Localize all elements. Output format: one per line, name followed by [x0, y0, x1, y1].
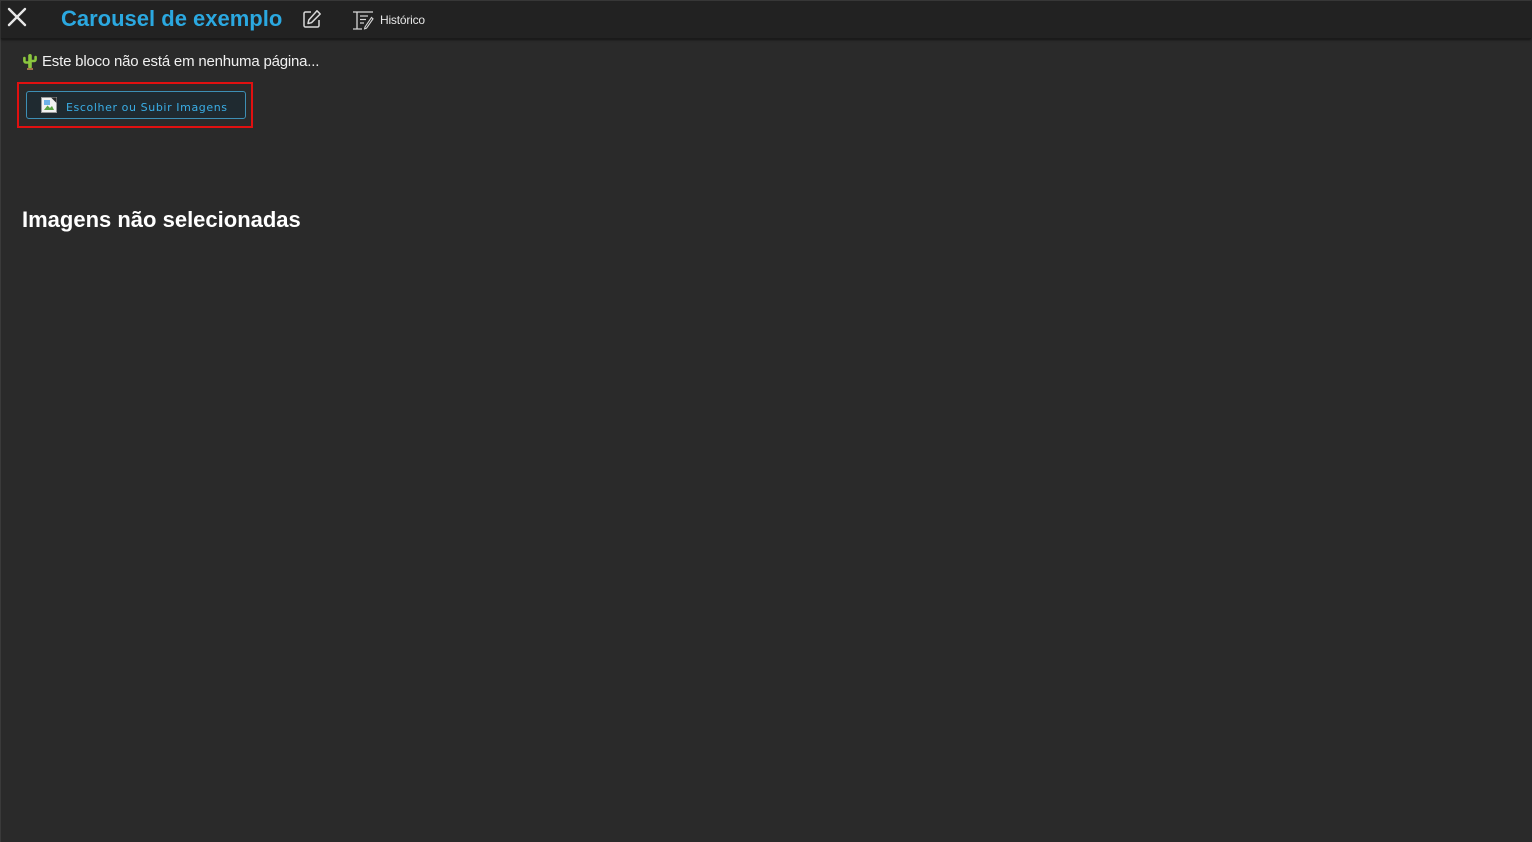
history-label: Histórico [380, 13, 425, 27]
broken-image-icon [41, 97, 57, 113]
history-button[interactable]: Histórico [352, 10, 425, 30]
notice-text: Este bloco não está em nenhuma página... [42, 53, 320, 70]
choose-upload-images-button[interactable]: Escolher ou Subir Imagens [26, 91, 246, 119]
empty-state-heading: Imagens não selecionadas [22, 207, 301, 232]
edit-title-button[interactable] [302, 9, 322, 29]
block-editor-window: Carousel de exemplo Histórico Este bloco… [0, 0, 1531, 842]
top-bar: Carousel de exemplo Histórico [1, 1, 1531, 39]
block-title: Carousel de exemplo [61, 6, 283, 31]
cactus-icon [23, 54, 37, 70]
close-icon [7, 7, 27, 27]
no-page-notice: Este bloco não está em nenhuma página... [23, 53, 319, 70]
edit-icon [303, 10, 321, 28]
close-button[interactable] [4, 4, 30, 30]
history-icon [353, 11, 374, 30]
upload-button-label: Escolher ou Subir Imagens [66, 100, 228, 114]
